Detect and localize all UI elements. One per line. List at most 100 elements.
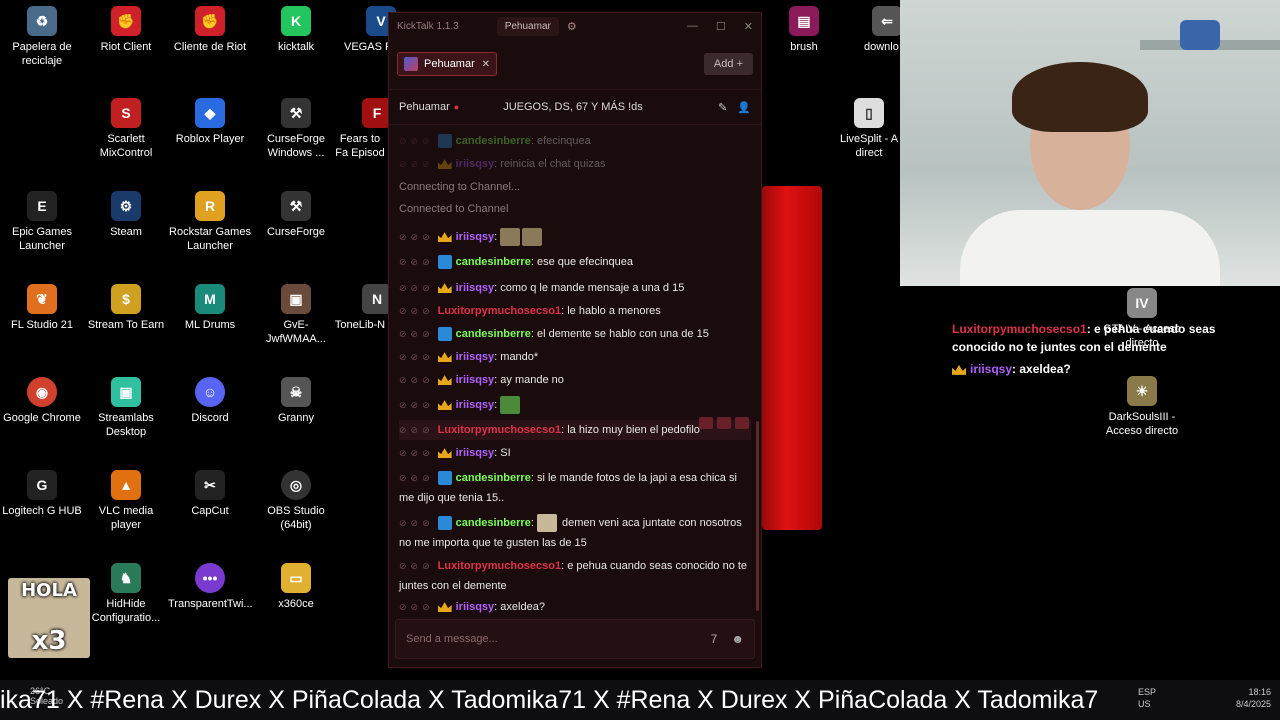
mod-tools-icon[interactable]: ⊘⊘⊘ [399,518,434,528]
mod-tools-icon[interactable]: ⊘⊘⊘ [399,329,434,339]
system-message: Connecting to Channel... [399,181,521,193]
desktop-icon-scarlett[interactable]: S Scarlett MixControl [84,98,168,160]
desktop-icon-fears[interactable]: F Fears to Fa Episod [332,98,392,160]
desktop-icon-livesplit[interactable]: ▯ LiveSplit - A direct [838,98,900,160]
desktop-icon-discord[interactable]: ☺ Discord [168,377,252,425]
desktop-icon-streamlabs[interactable]: ▣ Streamlabs Desktop [84,377,168,439]
title-bar[interactable]: KickTalk 1.1.3 Pehuamar ⚙ — ☐ ✕ [389,13,761,39]
mod-tools-icon[interactable]: ⊘⊘⊘ [399,375,434,385]
webcam-feed [900,0,1280,286]
mod-tools-icon[interactable]: ⊘⊘⊘ [399,283,434,293]
sub-crown-icon [437,375,452,386]
desktop-icon-granny[interactable]: ☠ Granny [254,377,338,425]
sub-crown-icon [437,400,452,411]
stream-title: JUEGOS, DS, 67 Y MÁS !ds [503,101,643,113]
channel-tab-pehuamar[interactable]: Pehuamar ✕ [397,52,497,76]
mod-tools-icon[interactable]: ⊘⊘⊘ [399,602,434,612]
desktop-icon-capcut[interactable]: ✂ CapCut [168,470,252,518]
steam-icon: ⚙ [111,191,141,221]
desktop-icon-tonelib[interactable]: N ToneLib-N [332,284,392,332]
streamlabs-icon: ▣ [111,377,141,407]
sub-crown-icon [952,364,966,375]
desktop-icon-curseforge-windows[interactable]: ⚒ CurseForge Windows ... [254,98,338,160]
desktop-icon-rockstar[interactable]: R Rockstar Games Launcher [168,191,252,253]
desktop-icon-epic[interactable]: E Epic Games Launcher [0,191,84,253]
curseforge-icon: ⚒ [281,191,311,221]
close-icon[interactable]: ✕ [744,20,753,33]
emote [500,228,521,247]
desktop-icon-flstudio[interactable]: ❦ FL Studio 21 [0,284,84,332]
mod-tools-icon[interactable]: ⊘⊘⊘ [399,448,434,458]
darksouls-icon: ☀ [1127,376,1157,406]
mod-tools-icon[interactable]: ⊘⊘⊘ [399,136,434,146]
7tv-emote-icon[interactable]: 7 [711,632,718,646]
scarlett-icon: S [111,98,141,128]
desktop-icon-image-file[interactable]: ▣ GvE-JwfWMAA... [254,284,338,346]
channel-tab-label: Pehuamar [424,58,475,70]
chat-message: ⊘⊘⊘ iriisqsy: reinicia el chat quizas [399,158,606,170]
minimize-icon[interactable]: — [687,20,698,33]
mod-tools-icon[interactable]: ⊘⊘⊘ [399,400,434,410]
desktop-icon-vlc[interactable]: ▲ VLC media player [84,470,168,532]
desktop-icon-x360ce[interactable]: ▭ x360ce [254,563,338,611]
desktop-icon-cliente-riot[interactable]: ✊ Cliente de Riot [168,6,252,54]
emote [500,396,521,415]
desktop-icon-logitech[interactable]: G Logitech G HUB [0,470,84,518]
mod-tools-icon[interactable]: ⊘⊘⊘ [399,159,434,169]
settings-gear-icon[interactable]: ⚙ [567,20,577,33]
riot-icon: ✊ [195,6,225,36]
pin-message-icon[interactable] [699,417,713,429]
desktop-icon-roblox[interactable]: ◆ Roblox Player [168,98,252,146]
capcut-icon: ✂ [195,470,225,500]
copy-icon[interactable] [735,417,749,429]
chat-message: ⊘⊘⊘ candesinberre: el demente se hablo co… [399,327,709,342]
desktop-icon-darksouls[interactable]: ☀ DarkSoulsIII - Acceso directo [1100,376,1184,438]
desktop-icon-mldrums[interactable]: M ML Drums [168,284,252,332]
user-icon[interactable]: 👤 [737,101,751,114]
channel-tabs: Pehuamar ✕ Add + [389,39,761,90]
og-badge-icon [437,134,452,149]
desktop-icon-curseforge[interactable]: ⚒ CurseForge [254,191,338,239]
chat-scrollbar[interactable] [756,421,759,611]
desktop-icon-steam[interactable]: ⚙ Steam [84,191,168,239]
desktop-icon-brush[interactable]: ▤ brush [762,6,846,54]
winrar-icon: ▤ [789,6,819,36]
mod-tools-icon[interactable]: ⊘⊘⊘ [399,232,434,242]
message-placeholder: Send a message... [406,633,498,645]
sub-crown-icon [437,159,452,170]
og-badge-icon [437,255,452,270]
desktop-icon-transparent-twitch[interactable]: ••• TransparentTwi... [168,563,253,611]
desktop-icon-recycle-bin[interactable]: ♻ Papelera de reciclaje [0,6,84,68]
desktop-icon-chrome[interactable]: ◉ Google Chrome [0,377,84,425]
mod-tools-icon[interactable]: ⊘⊘⊘ [399,425,434,435]
chat-message: ⊘⊘⊘ iriisqsy: [399,395,751,415]
chat-messages: ⊘⊘⊘ candesinberre: efecinquea ⊘⊘⊘ iriisqsy… [389,131,761,621]
reply-icon[interactable] [717,417,731,429]
desktop-icon-hidhide[interactable]: ♞ HidHide Configuratio... [84,563,168,625]
mod-tools-icon[interactable]: ⊘⊘⊘ [399,352,434,362]
image-icon: ▣ [281,284,311,314]
desktop-icon-download[interactable]: ⇐ downlo [846,6,902,54]
hidhide-icon: ♞ [111,563,141,593]
mod-tools-icon[interactable]: ⊘⊘⊘ [399,561,434,571]
title-channel-tab[interactable]: Pehuamar [496,16,559,36]
epic-icon: E [27,191,57,221]
desktop-icon-kicktalk[interactable]: Kkicktalk [254,6,338,54]
obs-icon: ◎ [281,470,311,500]
emote-picker-icon[interactable]: ☻ [731,632,744,646]
mod-tools-icon[interactable]: ⊘⊘⊘ [399,306,434,316]
close-tab-icon[interactable]: ✕ [482,59,490,70]
maximize-icon[interactable]: ☐ [716,20,726,33]
hola-cat-gif: HOLA x3 [8,578,90,658]
mod-tools-icon[interactable]: ⊘⊘⊘ [399,257,434,267]
message-input[interactable]: Send a message... 7 ☻ [395,619,755,659]
header-channel-name: Pehuamar [399,101,450,113]
mod-tools-icon[interactable]: ⊘⊘⊘ [399,473,434,483]
plus-icon: + [736,58,743,70]
desktop-icon-obs[interactable]: ◎ OBS Studio (64bit) [254,470,338,532]
desktop-icon-riot-client[interactable]: ✊ Riot Client [84,6,168,54]
add-channel-button[interactable]: Add + [703,53,753,75]
flstudio-icon: ❦ [27,284,57,314]
pin-icon[interactable]: ✎ [718,101,727,114]
desktop-icon-stream-earn[interactable]: $ Stream To Earn [84,284,168,332]
